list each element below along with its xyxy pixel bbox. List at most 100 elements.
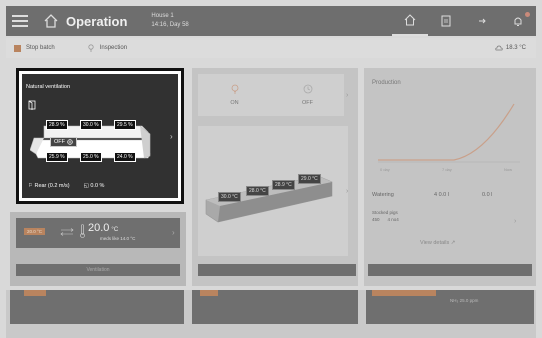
pin-icon (88, 44, 94, 52)
bottom-cards-row: NH₃ 25.0 ppm (6, 290, 536, 338)
stocked-row: Stocked pigs 450 4 no4 (372, 210, 399, 222)
stop-icon (14, 44, 21, 52)
nav-report[interactable] (428, 6, 464, 36)
house-name: House 1 (151, 13, 174, 19)
chevron-right-icon[interactable]: › (170, 132, 173, 141)
nav-home[interactable] (392, 6, 428, 36)
top-bar: Operation House 1 14:16, Day 58 (6, 6, 536, 36)
watering-value: 4 0.0 l (434, 192, 449, 198)
top-nav (392, 6, 536, 36)
zone-temp-label: 29.0 °C (298, 174, 321, 184)
bottom-card-badge (200, 290, 218, 296)
nav-connect[interactable] (464, 6, 500, 36)
zone-action-button[interactable] (198, 264, 356, 276)
clock-icon (303, 84, 312, 94)
bottom-card-1[interactable] (10, 290, 184, 324)
temp-label: 29.5 % (114, 120, 136, 130)
x-tick-label: 0 day (380, 167, 390, 172)
house-time: 14:16, Day 58 (151, 22, 189, 28)
x-tick-label: 7 day (442, 167, 452, 172)
bottom-card-badge (372, 290, 436, 296)
zone-temp-label: 30.0 °C (218, 192, 241, 202)
menu-icon[interactable] (12, 15, 28, 27)
zone-diagram-panel: 30.0 °C 28.0 °C 28.9 °C 29.0 °C (198, 126, 348, 256)
sub-bar: Stop batch Inspection 18.3 °C (6, 38, 536, 58)
production-card[interactable]: Production 0 day 7 day Now Watering 4 0.… (364, 68, 536, 286)
signal-icon (479, 18, 486, 24)
stocked-value-2: 4 no4 (387, 217, 399, 222)
zone-temp-label: 28.9 °C (272, 180, 295, 190)
page-title: Operation (66, 13, 128, 29)
ventilation-footer: ⚐ Rear (0.2 m/s) ◱ 0.0 % (28, 183, 104, 189)
watering-label: Watering (372, 192, 394, 198)
off-label: OFF (302, 100, 313, 106)
production-title: Production (372, 80, 401, 86)
heating-panel: 20.0 °C 20.0 °C meds like 14.0 °C › (16, 218, 180, 248)
inspection-button[interactable]: Inspection (87, 44, 127, 52)
chevron-right-icon[interactable]: › (346, 92, 348, 99)
temp-unit: °C (111, 227, 119, 233)
house-info[interactable]: House 1 14:16, Day 58 (151, 12, 188, 30)
stocked-values: 450 4 no4 (372, 217, 399, 222)
chevron-right-icon[interactable]: › (346, 188, 348, 195)
on-label: ON (230, 100, 239, 106)
feels-like: meds like 14.0 °C (100, 236, 136, 241)
watering-row: Watering 4 0.0 l 0.0 l (372, 192, 492, 198)
fan-icon (67, 139, 73, 145)
stop-batch-label: Stop batch (26, 45, 55, 51)
alert-dot (525, 12, 530, 17)
temp-label: 28.9 % (46, 120, 68, 130)
view-details-link[interactable]: View details ↗ (420, 240, 455, 246)
heating-card[interactable]: 20.0 °C 20.0 °C meds like 14.0 °C › Venti… (10, 212, 186, 286)
chevron-right-icon[interactable]: › (514, 218, 516, 225)
current-temp: 20.0 °C (88, 222, 118, 234)
chevron-right-icon[interactable]: › (172, 228, 175, 237)
bell-icon (514, 17, 522, 26)
onoff-panel: ON OFF (198, 74, 344, 116)
arrows-icon (60, 228, 74, 236)
bottom-card-2[interactable] (192, 290, 358, 324)
cloud-icon (495, 45, 503, 51)
wind-readout: ⚐ Rear (0.2 m/s) (28, 183, 70, 189)
stop-batch-button[interactable]: Stop batch (14, 44, 55, 52)
production-action-button[interactable] (368, 264, 532, 276)
off-label: OFF (54, 139, 65, 145)
setpoint-badge: 20.0 °C (24, 228, 46, 235)
current-temp-value: 20.0 (88, 222, 110, 234)
temp-label: 30.0 % (80, 120, 102, 130)
report-icon (441, 15, 451, 27)
climate-zone-card[interactable]: ON OFF › 30.0 °C 28.0 °C 28.9 °C 29.0 °C… (192, 68, 358, 286)
stocked-label: Stocked pigs (372, 210, 398, 215)
humidity-readout: ◱ 0.0 % (83, 183, 105, 189)
ventilation-tab-button[interactable]: Ventilation (16, 264, 180, 276)
natural-ventilation-card[interactable]: Natural ventilation 28.9 % 30.0 % 29.5 %… (16, 68, 184, 204)
production-chart: 0 day 7 day Now (378, 103, 520, 172)
view-details-label: View details (420, 240, 450, 246)
bottom-card-badge (24, 290, 46, 296)
watering-value-2: 0.0 l (482, 192, 493, 198)
bottom-card-3[interactable]: NH₃ 25.0 ppm (366, 290, 534, 324)
house-nav-icon (404, 14, 416, 26)
ventilation-panel: Natural ventilation 28.9 % 30.0 % 29.5 %… (22, 74, 178, 198)
temp-label: 24.0 % (114, 152, 136, 162)
ventilation-title: Natural ventilation (26, 84, 71, 90)
x-tick-label: Now (504, 167, 512, 172)
on-option[interactable]: ON (198, 74, 271, 116)
wind-value: Rear (0.2 m/s) (34, 183, 70, 189)
home-icon[interactable] (44, 14, 58, 28)
stocked-value: 450 (372, 217, 380, 222)
door-icon (28, 100, 36, 110)
thermometer-icon (80, 224, 85, 238)
temp-label: 25.0 % (80, 152, 102, 162)
bulb-icon (231, 84, 238, 94)
ventilation-off-toggle[interactable]: OFF (50, 137, 77, 147)
outside-temp-value: 18.3 °C (505, 45, 526, 51)
nav-alarms[interactable] (500, 6, 536, 36)
inspection-label: Inspection (99, 45, 128, 51)
humidity-value: 0.0 % (90, 183, 105, 189)
temp-label: 25.9 % (46, 152, 68, 162)
outside-temp: 18.3 °C (495, 45, 526, 51)
ammonia-value: NH₃ 25.0 ppm (450, 298, 479, 303)
zone-temp-label: 28.0 °C (246, 186, 269, 196)
off-option[interactable]: OFF (271, 74, 344, 116)
